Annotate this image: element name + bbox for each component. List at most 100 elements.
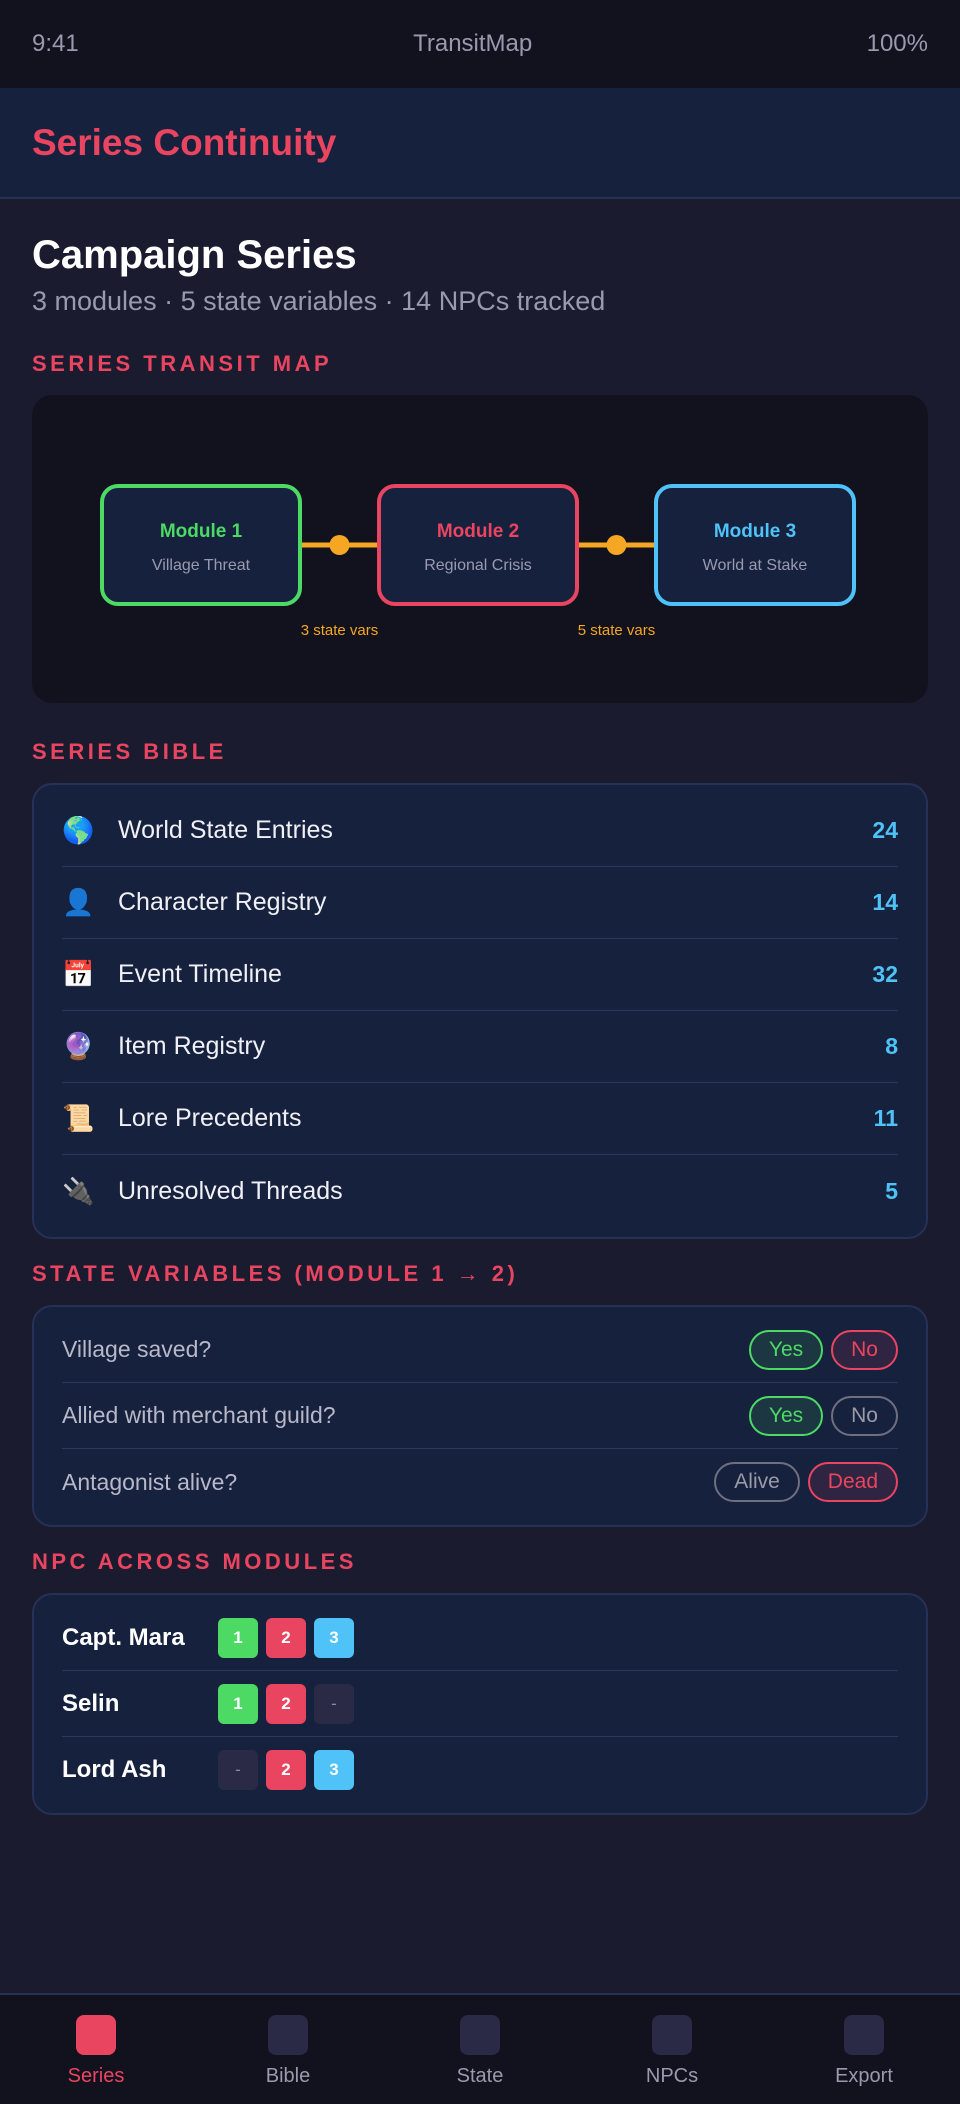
status-bar: 9:41 TransitMap 100% — [0, 0, 960, 88]
npc-name: Selin — [62, 1689, 120, 1717]
bible-row-label: World State Entries — [118, 816, 333, 844]
module-2-chip: 2 — [266, 1750, 306, 1790]
tab-npcs[interactable]: NPCs — [576, 1995, 768, 2104]
module-3-title: Module 3 — [714, 521, 796, 542]
state-variable-row: Village saved? Yes No — [62, 1317, 898, 1383]
module-1-node — [100, 484, 302, 606]
npc-row[interactable]: Capt. Mara 1 2 3 — [62, 1605, 898, 1671]
module-1-subtitle: Village Threat — [152, 557, 251, 574]
bible-row-label: Event Timeline — [118, 960, 282, 988]
state-variable-row: Antagonist alive? Alive Dead — [62, 1449, 898, 1515]
tab-label: Bible — [265, 2065, 311, 2087]
transit-stop-1 — [329, 535, 350, 555]
npc-module-chips: 123 — [218, 1617, 354, 1658]
page-title: Campaign Series — [32, 233, 357, 277]
transit-map: 3 state vars 5 state vars Module 1 Village … — [32, 395, 928, 703]
module-absent-chip: - — [314, 1683, 354, 1724]
npc-row[interactable]: Lord Ash -2 3 — [62, 1737, 898, 1803]
option-dead-toggle[interactable]: Dead — [807, 1462, 898, 1502]
bible-row-label: Unresolved Threads — [118, 1176, 343, 1205]
transit-stop-2 — [606, 535, 627, 555]
bible-tab-icon — [268, 2015, 308, 2055]
npc-row[interactable]: Selin 1 2- — [62, 1671, 898, 1737]
module-2-node — [377, 484, 579, 606]
calendar-icon: 📅 — [62, 959, 95, 989]
npc-card: Capt. Mara 1 2 3 Selin 1 2- Lord Ash -2 3 — [32, 1593, 928, 1815]
tab-state[interactable]: State — [384, 1995, 576, 2104]
bible-row-event-timeline[interactable]: 📅 Event Timeline 32 — [62, 939, 898, 1011]
state-variable-question: Antagonist alive? — [62, 1468, 238, 1495]
state-variable-row: Allied with merchant guild? Yes No — [62, 1383, 898, 1449]
state-variable-question: Allied with merchant guild? — [62, 1402, 336, 1428]
main-content: Campaign Series 3 modules · 5 state vari… — [32, 199, 928, 1815]
module-absent-chip: - — [218, 1750, 258, 1790]
series-tab-icon — [76, 2015, 116, 2055]
option-yes-toggle[interactable]: Yes — [748, 1329, 824, 1370]
tab-bible[interactable]: Bible — [192, 1995, 384, 2104]
tab-label: NPCs — [645, 2065, 699, 2087]
tab-label: Series — [67, 2065, 125, 2087]
bible-row-label: Character Registry — [118, 888, 327, 916]
module-2-subtitle: Regional Crisis — [424, 557, 532, 574]
option-yes-toggle[interactable]: Yes — [748, 1395, 824, 1436]
bible-row-count: 24 — [872, 817, 898, 843]
bible-row-unresolved-threads[interactable]: 🔌 Unresolved Threads 5 — [62, 1155, 898, 1227]
module-3-subtitle: World at Stake — [703, 557, 808, 574]
bible-row-label: Lore Precedents — [118, 1104, 302, 1132]
module-2-chip: 2 — [266, 1617, 306, 1658]
series-bible-card: 🌎 World State Entries 24 👤 Character Registr… — [32, 783, 928, 1239]
state-variables-section-label: State Variables (Module 1 → 2) — [32, 1261, 519, 1286]
option-no-toggle[interactable]: No — [831, 1395, 898, 1436]
transit-map-canvas: 3 state vars 5 state vars Module 1 Village … — [100, 484, 856, 639]
module-1-chip: 1 — [218, 1617, 258, 1658]
npc-section-label: NPC Across Modules — [32, 1549, 357, 1574]
tab-label: State — [456, 2065, 504, 2087]
state-variable-options: Yes No — [748, 1329, 898, 1370]
module-3-chip: 3 — [314, 1750, 354, 1790]
option-alive-toggle[interactable]: Alive — [714, 1462, 800, 1502]
module-3-node — [654, 484, 856, 606]
bible-row-count: 11 — [873, 1105, 898, 1131]
tab-label: Export — [835, 2065, 893, 2087]
option-no-toggle[interactable]: No — [831, 1329, 898, 1370]
status-time: 9:41 — [32, 30, 79, 57]
npc-module-chips: 12- — [218, 1683, 354, 1724]
tab-series[interactable]: Series — [0, 1995, 192, 2104]
bible-row-count: 5 — [885, 1177, 898, 1204]
crystal-ball-icon: 🔮 — [62, 1031, 95, 1061]
page-subtitle: 3 modules · 5 state variables · 14 NPCs … — [32, 286, 606, 316]
module-3-chip: 3 — [314, 1617, 354, 1658]
export-tab-icon — [844, 2015, 884, 2055]
bible-row-world-state-entries[interactable]: 🌎 World State Entries 24 — [62, 795, 898, 867]
bible-row-lore-precedents[interactable]: 📜 Lore Precedents 11 — [62, 1083, 898, 1155]
module-1-chip: 1 — [218, 1683, 258, 1724]
scroll-icon: 📜 — [62, 1103, 95, 1133]
status-battery: 100% — [866, 30, 928, 57]
status-app-name: TransitMap — [413, 30, 533, 57]
bible-row-item-registry[interactable]: 🔮 Item Registry 8 — [62, 1011, 898, 1083]
connector-label-1: 3 state vars — [301, 622, 379, 639]
state-variable-options: Alive Dead — [714, 1462, 898, 1502]
state-variables-card: Village saved? Yes No Allied with merchant … — [32, 1305, 928, 1527]
state-variable-question: Village saved? — [62, 1336, 212, 1362]
transit-map-section-label: Series Transit Map — [32, 351, 333, 376]
tab-export[interactable]: Export — [768, 1995, 960, 2104]
bible-row-count: 8 — [885, 1033, 898, 1059]
bible-row-count: 14 — [872, 889, 898, 915]
tab-bar: Series Bible State NPCs Export — [0, 1993, 960, 2104]
npc-module-chips: -23 — [218, 1750, 354, 1790]
person-icon: 👤 — [62, 887, 95, 917]
module-2-chip: 2 — [266, 1683, 306, 1724]
bible-row-character-registry[interactable]: 👤 Character Registry 14 — [62, 867, 898, 939]
bible-row-label: Item Registry — [118, 1032, 266, 1060]
app-title: Series Continuity — [32, 121, 337, 163]
module-2-title: Module 2 — [437, 521, 519, 542]
state-tab-icon — [460, 2015, 500, 2055]
npc-name: Capt. Mara — [62, 1623, 185, 1651]
module-1-title: Module 1 — [160, 521, 243, 542]
bible-row-count: 32 — [872, 961, 898, 987]
series-bible-section-label: Series Bible — [32, 739, 227, 764]
app-header: Series Continuity — [0, 88, 960, 199]
npc-name: Lord Ash — [62, 1756, 167, 1783]
plug-icon: 🔌 — [62, 1175, 95, 1206]
